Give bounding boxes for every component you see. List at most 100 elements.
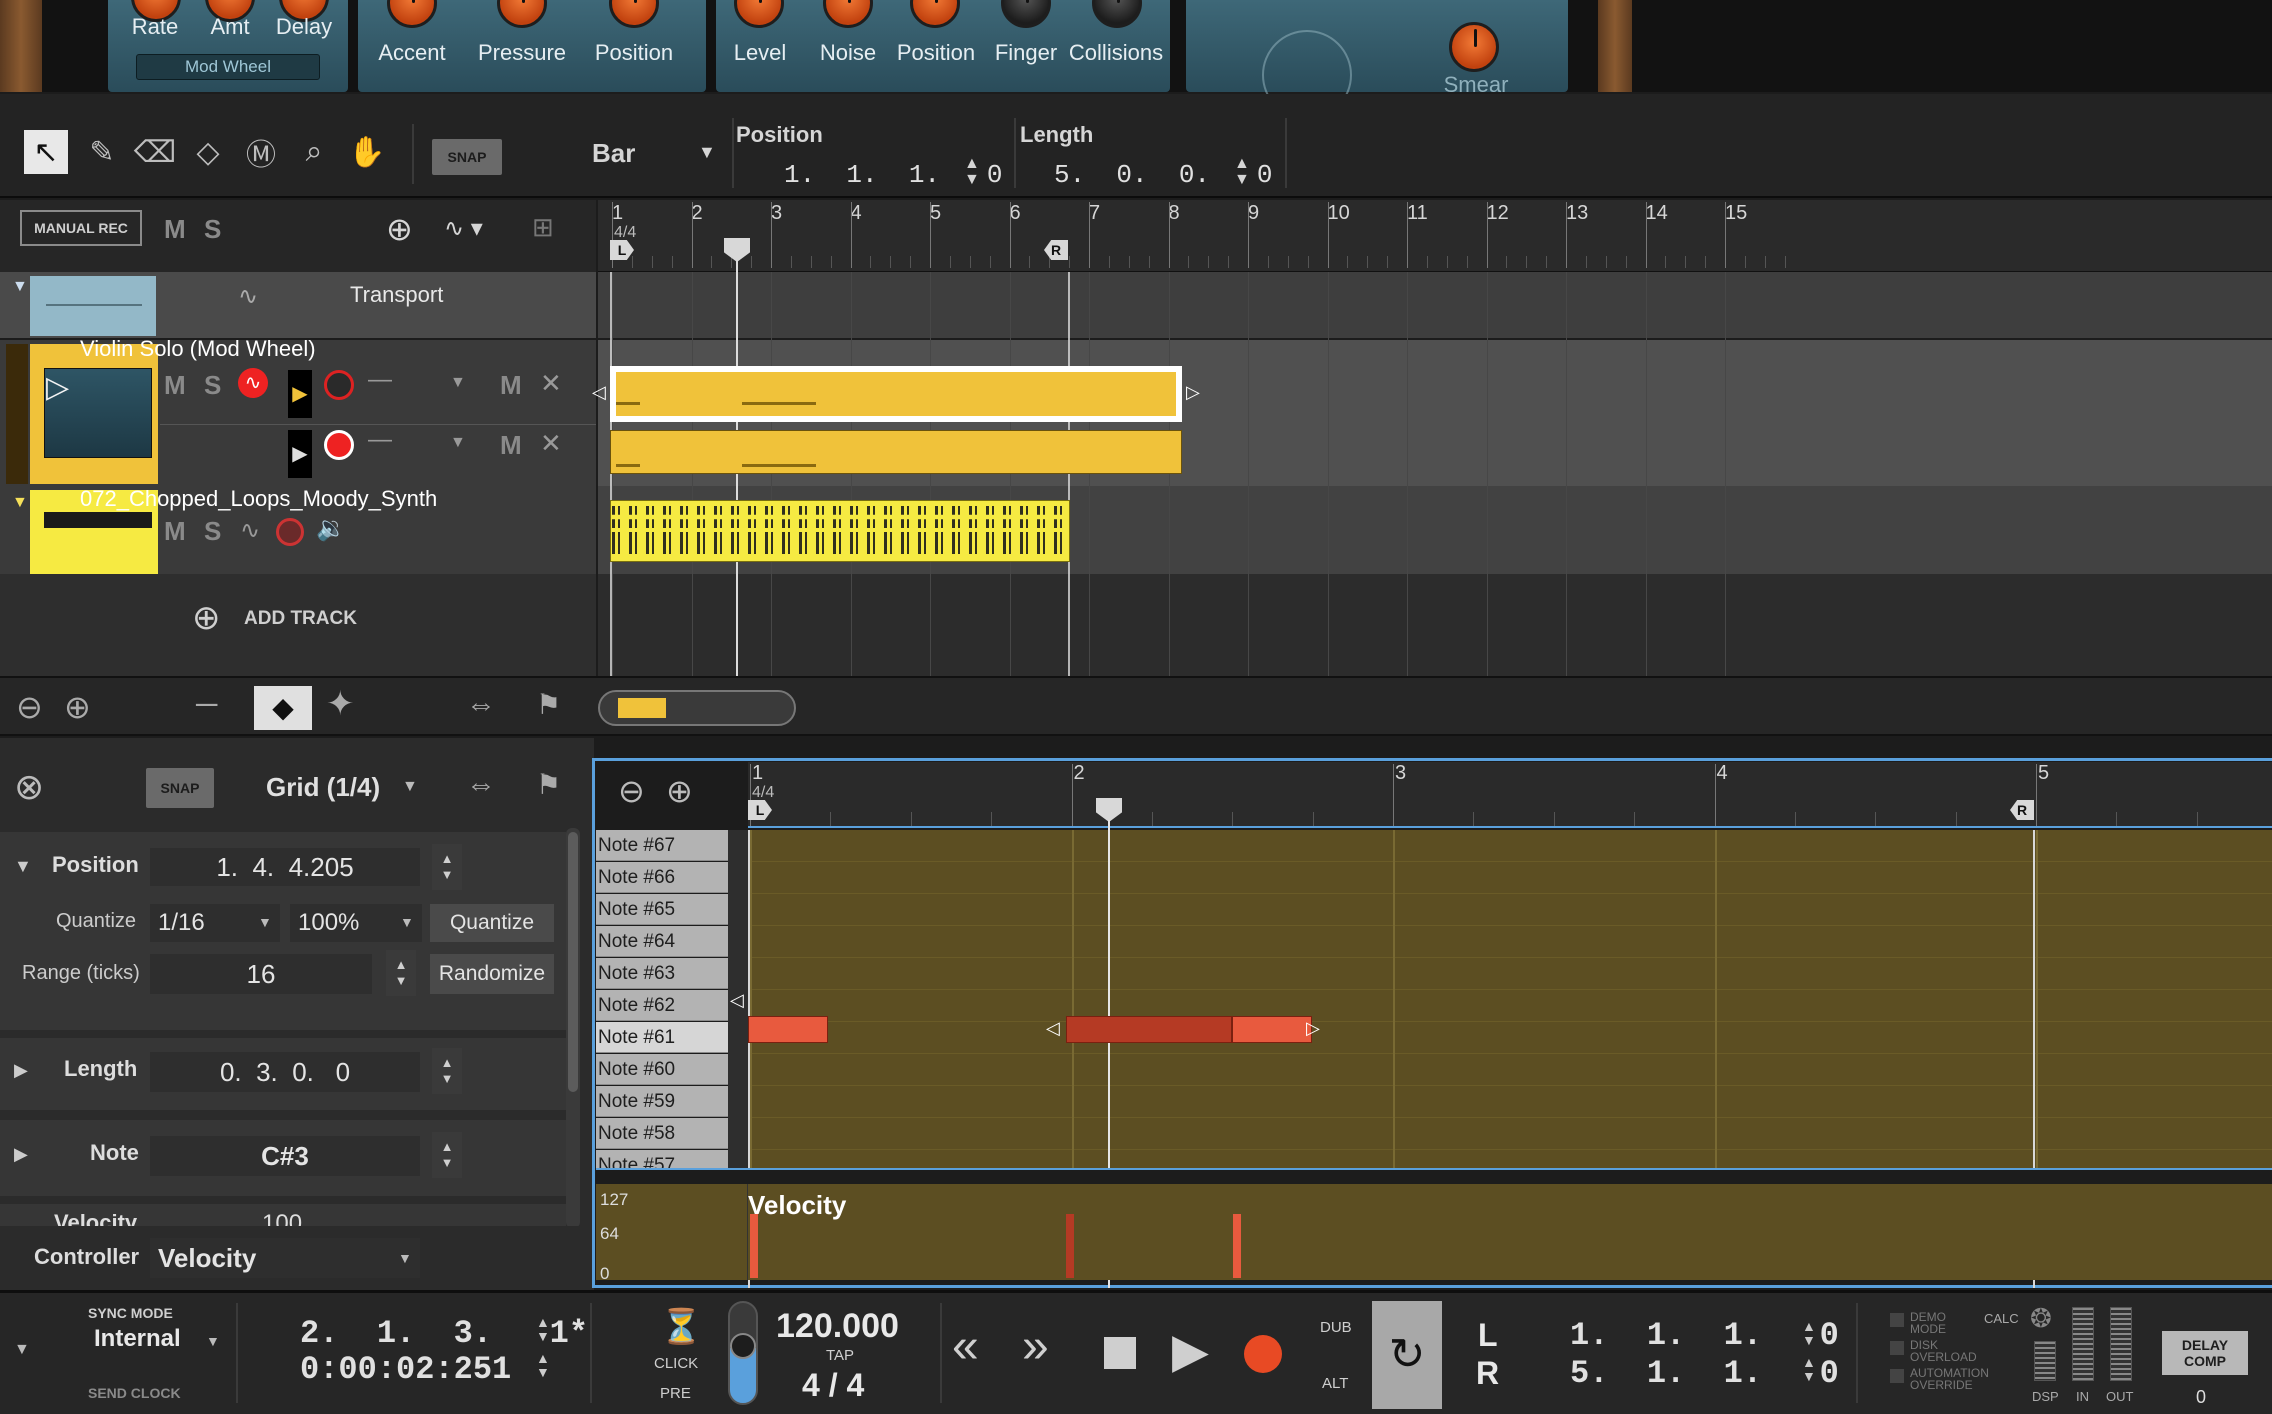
mute-tool-icon[interactable]: Ⓜ (239, 130, 283, 174)
inspector-note-field[interactable]: C#3 (150, 1136, 420, 1176)
automation-icon[interactable]: ∿ ▾ (444, 214, 483, 243)
loop-left-stepper-icon[interactable]: ▲ ▼ (1802, 1319, 1816, 1347)
note-drag-left-icon[interactable]: ◁ (1046, 1018, 1060, 1039)
inspector-length-field[interactable]: 0. 3. 0. 0 (150, 1052, 420, 1092)
note-row-label[interactable]: Note #62 (596, 990, 728, 1021)
lane2-delete-icon[interactable]: ✕ (540, 428, 562, 459)
note-row-label[interactable]: Note #61 (596, 1022, 728, 1053)
zoom-in-icon[interactable]: ⊕ (64, 688, 91, 726)
clip-resize-left-icon[interactable]: ◁ (592, 382, 606, 403)
note-row-label[interactable]: Note #64 (596, 926, 728, 957)
sync-mode-select[interactable]: Internal (94, 1325, 181, 1353)
note-expand-icon[interactable]: ▶ (14, 1144, 28, 1165)
smear-knob[interactable] (1449, 22, 1499, 72)
quantize-strength-chevron-down-icon[interactable]: ▼ (400, 914, 414, 930)
precount-button[interactable]: PRE (660, 1385, 691, 1402)
audio-automation-icon[interactable]: ∿ (240, 516, 260, 545)
lane2-record-button[interactable] (324, 430, 354, 460)
inspector-scrollbar-thumb[interactable] (568, 832, 578, 1092)
editor-fit-icon[interactable]: ⇔ (466, 768, 496, 802)
transport-track-expand-icon[interactable]: ▼ (12, 278, 28, 296)
inspector-note-stepper[interactable]: ▲ ▼ (432, 1132, 462, 1178)
zoom-out-icon[interactable]: ⊖ (16, 688, 43, 726)
metronome-icon[interactable]: ⏳ (660, 1307, 702, 1347)
fit-width-icon[interactable]: ⇔ (466, 688, 496, 722)
editor-snap-button[interactable]: SNAP (146, 768, 214, 808)
note-row-label[interactable]: Note #66 (596, 862, 728, 893)
violin-track-header[interactable]: ▷ Violin Solo (Mod Wheel) M S ∿ ▶ — ▼ M … (0, 336, 596, 486)
sync-mode-chevron-down-icon[interactable]: ▼ (206, 1333, 220, 1349)
play-button-icon[interactable]: ▶ (1172, 1323, 1209, 1379)
note-resize-left-icon[interactable]: ◁ (730, 990, 744, 1011)
pencil-tool-icon[interactable]: ✎ (80, 130, 124, 174)
violin-clip-lane1[interactable] (610, 366, 1182, 422)
position-stepper-icon[interactable]: ▲ ▼ (964, 156, 980, 188)
velocity-bar-3[interactable] (1233, 1214, 1241, 1278)
editor-zoom-in-icon[interactable]: ⊕ (666, 772, 693, 810)
arranger-snap-button[interactable]: SNAP (432, 139, 502, 175)
loop-right-stepper-icon[interactable]: ▲ ▼ (1802, 1355, 1816, 1383)
controller-select[interactable]: Velocity (150, 1238, 420, 1278)
transport-track-header[interactable]: ▼ ∿ Transport (0, 272, 596, 338)
grid-unit-chevron-down-icon[interactable]: ▼ (698, 142, 716, 163)
razor-tool-icon[interactable]: ◇ (186, 130, 230, 174)
mod-source-selector[interactable]: Mod Wheel (136, 54, 320, 80)
editor-zoom-out-icon[interactable]: ⊖ (618, 772, 645, 810)
editor-follow-icon[interactable]: ⚑ (536, 768, 561, 801)
violin-automation-active-icon[interactable]: ∿ (238, 368, 268, 398)
loop-right-value[interactable]: 5. 1. 1. 0 (1570, 1355, 1839, 1392)
select-tool-icon[interactable]: ↖ (24, 130, 68, 174)
grid-unit-select[interactable]: Bar (592, 138, 635, 169)
velocity-bar-2[interactable] (1066, 1214, 1074, 1278)
follow-icon[interactable]: ⚑ (536, 688, 561, 721)
song-time[interactable]: 0:00:02:251 (300, 1351, 511, 1388)
global-solo-button[interactable]: S (204, 214, 221, 245)
hand-tool-icon[interactable]: ✋ (345, 130, 389, 174)
note-row-label[interactable]: Note #58 (596, 1118, 728, 1149)
inspector-position-stepper[interactable]: ▲ ▼ (432, 844, 462, 890)
note-event-3[interactable] (1232, 1016, 1312, 1043)
lane1-chevron-down-icon[interactable]: ▼ (450, 374, 466, 392)
controller-chevron-down-icon[interactable]: ▼ (398, 1250, 412, 1266)
song-position-stepper-icon[interactable]: ▲ ▼ (536, 1315, 550, 1343)
violin-clip-lane2[interactable] (610, 430, 1182, 474)
eraser-tool-icon[interactable]: ⌫ (133, 130, 177, 174)
send-clock-button[interactable]: SEND CLOCK (88, 1385, 181, 1401)
lane2-select-flag[interactable]: ▶ (288, 430, 312, 478)
randomize-button[interactable]: Randomize (430, 954, 554, 994)
grid-view-icon[interactable]: ⊞ (532, 212, 554, 243)
note-row-label[interactable]: Note #67 (596, 830, 728, 861)
song-time-stepper-icon[interactable]: ▲ ▼ (536, 1351, 550, 1379)
inspector-length-stepper[interactable]: ▲ ▼ (432, 1048, 462, 1094)
add-track-button[interactable]: ADD TRACK (244, 608, 357, 630)
time-signature-display[interactable]: 4 / 4 (802, 1367, 864, 1404)
delay-comp-button[interactable]: DELAY COMP (2162, 1331, 2248, 1375)
tempo-display[interactable]: 120.000 (776, 1307, 899, 1346)
audio-speaker-icon[interactable]: 🔉 (316, 514, 346, 543)
editor-grid-chevron-down-icon[interactable]: ▼ (402, 778, 418, 796)
note-row-label[interactable]: Note #63 (596, 958, 728, 989)
note-row-label[interactable]: Note #60 (596, 1054, 728, 1085)
inspector-velocity-value[interactable]: 100 (262, 1210, 302, 1226)
lane1-delete-icon[interactable]: ✕ (540, 368, 562, 399)
track-height-small-icon[interactable]: ─ (196, 688, 217, 722)
click-button[interactable]: CLICK (654, 1355, 698, 1372)
rewind-button-icon[interactable]: « (952, 1319, 979, 1374)
velocity-lane[interactable] (748, 1184, 2272, 1280)
note-event-1[interactable] (748, 1016, 828, 1043)
note-drag-right-icon[interactable]: ▷ (1306, 1018, 1320, 1039)
range-ticks-stepper[interactable]: ▲ ▼ (386, 950, 416, 996)
editor-grid-select[interactable]: Grid (1/4) (266, 772, 380, 803)
global-mute-button[interactable]: M (164, 214, 186, 245)
audio-mute-button[interactable]: M (164, 516, 186, 547)
stop-button-icon[interactable] (1104, 1337, 1136, 1369)
transport-automation-icon[interactable]: ∿ (238, 282, 258, 311)
lane1-mute-button[interactable]: M (500, 370, 522, 401)
click-level-thumb[interactable] (730, 1333, 756, 1359)
lane2-mute-button[interactable]: M (500, 430, 522, 461)
length-stepper-icon[interactable]: ▲ ▼ (1234, 156, 1250, 188)
add-track-icon[interactable]: ⊕ (192, 598, 221, 638)
track-height-large-icon[interactable]: ✦ (326, 684, 355, 724)
note-event-2-selected[interactable] (1066, 1016, 1232, 1043)
manual-rec-button[interactable]: MANUAL REC (20, 210, 142, 246)
